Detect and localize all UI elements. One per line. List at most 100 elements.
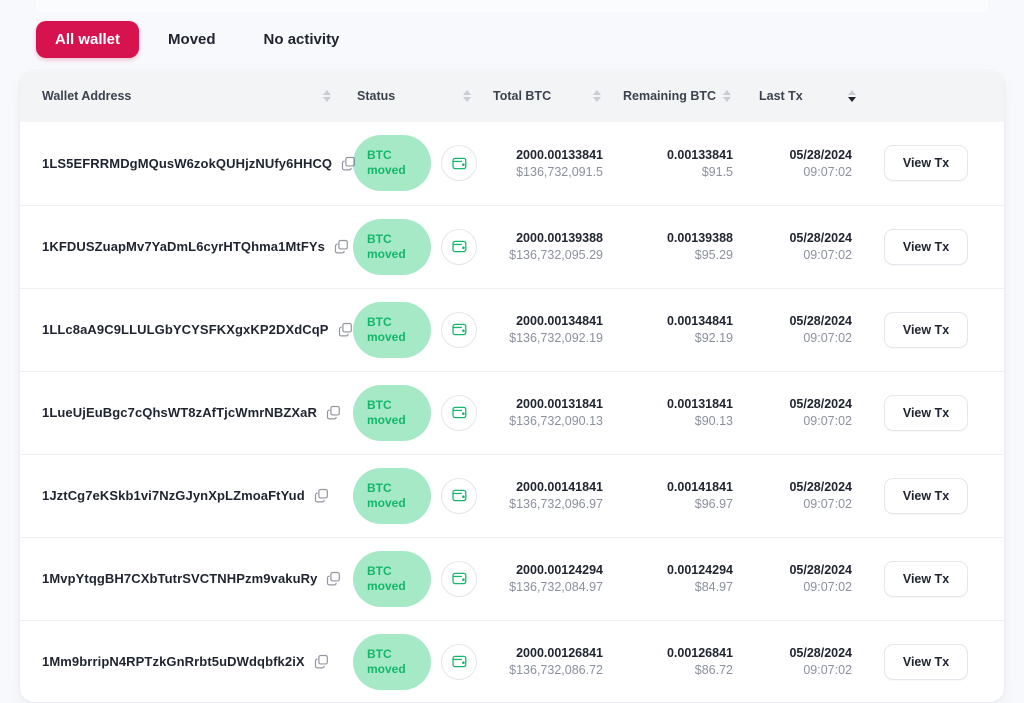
remaining-btc-cell: 0.00133841 $91.5 [615, 122, 745, 205]
status-cell: BTC moved [345, 537, 485, 620]
column-label: Status [357, 89, 396, 103]
status-cell: BTC moved [345, 205, 485, 288]
wallet-address: 1LLc8aA9C9LLULGbYCYSFKXgxKP2DXdCqP [42, 322, 329, 337]
total-btc-value: 2000.00141841 [516, 480, 603, 494]
view-tx-button[interactable]: View Tx [883, 145, 969, 182]
status-badge-line1: BTC [367, 397, 392, 412]
wallet-icon-button[interactable] [441, 560, 477, 597]
view-tx-button[interactable]: View Tx [883, 643, 969, 680]
wallet-table-card: Wallet Address Status Total BTC Remainin… [20, 70, 1004, 702]
status-badge-line1: BTC [367, 563, 392, 578]
total-btc-usd: $136,732,092.19 [509, 331, 603, 345]
total-btc-cell: 2000.00126841 $136,732,086.72 [485, 620, 615, 702]
total-btc-usd: $136,732,096.97 [509, 497, 603, 511]
remaining-btc-usd: $96.97 [694, 497, 733, 511]
copy-icon[interactable] [338, 322, 353, 337]
total-btc-value: 2000.00124294 [516, 563, 603, 577]
status-badge: BTC moved [353, 301, 431, 358]
status-badge-line2: moved [367, 661, 406, 676]
view-tx-button[interactable]: View Tx [883, 228, 969, 265]
sort-toggle-icon[interactable] [463, 89, 471, 103]
column-header-status[interactable]: Status [345, 70, 485, 122]
wallet-table: Wallet Address Status Total BTC Remainin… [20, 70, 1004, 702]
page-top-sheet [36, 0, 988, 12]
wallet-icon-button[interactable] [441, 311, 477, 348]
table-row: 1Mm9brripN4RPTzkGnRrbt5uDWdqbfk2iX BTC mov… [20, 620, 1004, 702]
remaining-btc-value: 0.00139388 [666, 231, 733, 245]
view-tx-button[interactable]: View Tx [883, 560, 969, 597]
last-tx-time: 09:07:02 [803, 663, 852, 678]
total-btc-cell: 2000.00141841 $136,732,096.97 [485, 454, 615, 537]
table-row: 1LLc8aA9C9LLULGbYCYSFKXgxKP2DXdCqP BTC mov… [20, 288, 1004, 371]
table-row: 1LueUjEuBgc7cQhsWT8zAfTjcWmrNBZXaR BTC mov… [20, 371, 1004, 454]
sort-toggle-icon[interactable] [723, 89, 731, 103]
last-tx-cell: 05/28/2024 09:07:02 [745, 122, 870, 205]
view-tx-button[interactable]: View Tx [883, 477, 969, 514]
last-tx-time: 09:07:02 [803, 414, 852, 428]
status-badge-line2: moved [367, 495, 406, 510]
last-tx-date: 05/28/2024 [789, 314, 852, 328]
table-row: 1MvpYtqgBH7CXbTutrSVCTNHPzm9vakuRy BTC mov… [20, 537, 1004, 620]
tab-moved[interactable]: Moved [149, 21, 235, 58]
actions-cell: View Tx [870, 454, 1004, 537]
wallet-icon-button[interactable] [441, 643, 477, 680]
status-badge: BTC moved [353, 135, 431, 192]
last-tx-time: 09:07:02 [803, 497, 852, 511]
sort-toggle-icon[interactable] [323, 89, 331, 103]
column-header-wallet-address[interactable]: Wallet Address [20, 70, 345, 122]
status-cell: BTC moved [345, 454, 485, 537]
status-badge-line1: BTC [367, 231, 392, 246]
wallet-address: 1MvpYtqgBH7CXbTutrSVCTNHPzm9vakuRy [42, 571, 318, 586]
wallet-address-cell: 1LS5EFRRMDgMQusW6zokQUHjzNUfy6HHCQ [20, 122, 356, 205]
actions-cell: View Tx [870, 122, 1004, 205]
status-badge-line2: moved [367, 246, 406, 261]
wallet-address: 1LS5EFRRMDgMQusW6zokQUHjzNUfy6HHCQ [42, 155, 333, 171]
last-tx-time: 09:07:02 [803, 580, 852, 594]
remaining-btc-usd: $90.13 [694, 414, 733, 428]
wallet-icon-button[interactable] [441, 477, 477, 514]
status-badge: BTC moved [353, 384, 431, 441]
sort-toggle-icon[interactable] [593, 89, 601, 103]
status-badge-line2: moved [367, 578, 406, 593]
last-tx-date: 05/28/2024 [789, 147, 852, 162]
status-badge: BTC moved [353, 218, 431, 275]
total-btc-usd: $136,732,090.13 [509, 414, 603, 428]
sort-toggle-icon[interactable] [848, 89, 856, 103]
copy-icon[interactable] [326, 405, 341, 420]
copy-icon[interactable] [326, 571, 341, 586]
column-header-remaining-btc[interactable]: Remaining BTC [615, 70, 745, 122]
wallet-address-cell: 1JztCg7eKSkb1vi7NzGJynXpLZmoaFtYud [20, 454, 345, 537]
column-label: Wallet Address [42, 89, 132, 103]
total-btc-value: 2000.00126841 [516, 646, 603, 661]
copy-icon[interactable] [314, 488, 329, 503]
remaining-btc-value: 0.00134841 [666, 314, 733, 328]
column-header-total-btc[interactable]: Total BTC [485, 70, 615, 122]
wallet-address-cell: 1MvpYtqgBH7CXbTutrSVCTNHPzm9vakuRy [20, 537, 345, 620]
wallet-icon-button[interactable] [441, 228, 477, 265]
status-cell: BTC moved [345, 288, 485, 371]
remaining-btc-usd: $84.97 [694, 580, 733, 594]
last-tx-cell: 05/28/2024 09:07:02 [745, 620, 870, 702]
tab-all-wallet[interactable]: All wallet [36, 20, 140, 58]
status-badge: BTC moved [353, 633, 431, 690]
total-btc-usd: $136,732,095.29 [509, 248, 603, 262]
total-btc-cell: 2000.00124294 $136,732,084.97 [485, 537, 615, 620]
total-btc-value: 2000.00131841 [516, 397, 603, 411]
wallet-icon-button[interactable] [441, 145, 477, 182]
wallet-icon-button[interactable] [441, 394, 477, 431]
copy-icon[interactable] [341, 156, 356, 171]
last-tx-date: 05/28/2024 [789, 397, 852, 411]
status-badge-line1: BTC [367, 148, 392, 163]
tab-no-activity[interactable]: No activity [245, 21, 359, 58]
column-header-last-tx[interactable]: Last Tx [745, 70, 870, 122]
view-tx-button[interactable]: View Tx [883, 394, 969, 431]
copy-icon[interactable] [314, 654, 329, 669]
wallet-address-cell: 1KFDUSZuapMv7YaDmL6cyrHTQhma1MtFYs [20, 205, 348, 288]
copy-icon[interactable] [334, 239, 349, 254]
status-badge-line1: BTC [367, 480, 392, 495]
remaining-btc-value: 0.00133841 [666, 147, 733, 162]
total-btc-value: 2000.00133841 [516, 147, 603, 162]
total-btc-value: 2000.00134841 [516, 314, 603, 328]
status-cell: BTC moved [345, 620, 485, 702]
view-tx-button[interactable]: View Tx [883, 311, 969, 348]
